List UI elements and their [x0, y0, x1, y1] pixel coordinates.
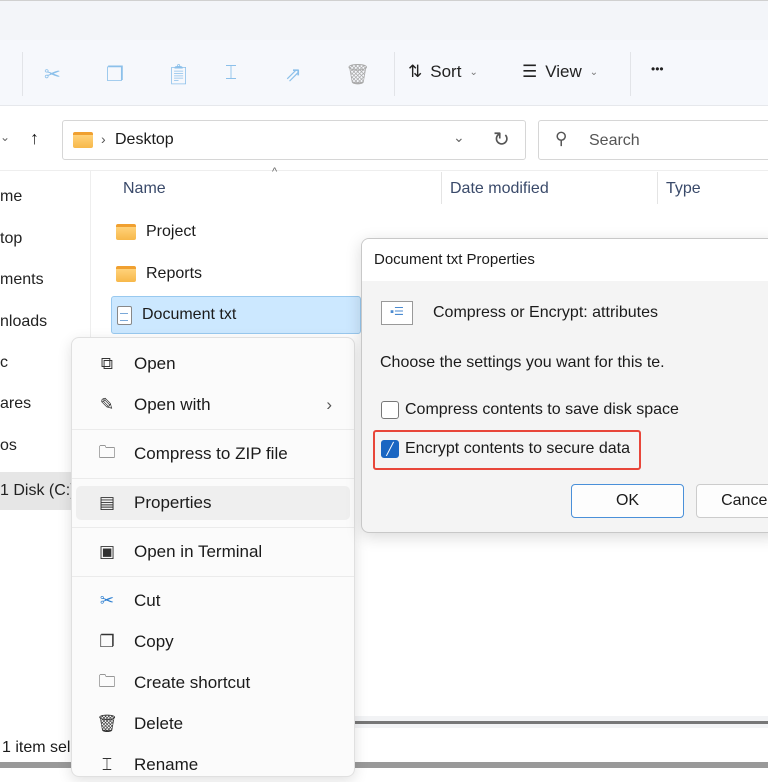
refresh-icon[interactable]: ↻	[493, 127, 510, 152]
sort-button[interactable]: ⇅ Sort ⌄	[408, 62, 478, 82]
sidebar-item-disk[interactable]: 1 Disk (C:)	[0, 482, 76, 500]
toolbar: ✂ ❐ 📋︎ ⌶ ⇗ 🗑︎ ⇅ Sort ⌄ ☰ View ⌄ •••	[0, 40, 768, 106]
zip-folder-icon: 🗀︎	[98, 442, 116, 462]
sidebar-item-documents[interactable]: ments	[0, 271, 44, 289]
cut-icon: ✂	[99, 591, 115, 610]
sort-ascending-icon: ^	[272, 166, 278, 178]
title-bar	[0, 0, 768, 40]
menu-item-open[interactable]: ⧉ Open	[76, 347, 350, 381]
properties-icon: ▤	[98, 493, 116, 512]
folder-icon	[116, 224, 136, 240]
column-type[interactable]: Type	[666, 180, 701, 198]
terminal-icon: ▣	[98, 542, 116, 561]
shortcut-icon: 🗀︎	[98, 671, 116, 691]
dialog-prompt: Choose the settings you want for this te…	[380, 354, 665, 371]
chevron-down-icon: ⌄	[589, 66, 599, 78]
menu-item-delete[interactable]: 🗑︎ Delete	[76, 707, 350, 741]
sort-icon: ⇅	[408, 62, 423, 81]
checkbox-unchecked[interactable]	[381, 401, 399, 419]
sidebar-item-downloads[interactable]: nloads	[0, 313, 47, 331]
rename-icon[interactable]: ⌶	[225, 62, 237, 85]
sidebar-item-videos[interactable]: os	[0, 437, 17, 455]
encrypt-checkbox[interactable]: ╱ Encrypt contents to secure data	[381, 440, 630, 458]
more-button[interactable]: •••	[651, 62, 664, 76]
compress-checkbox[interactable]: Compress contents to save disk space	[381, 401, 679, 419]
text-file-icon	[117, 305, 132, 325]
properties-dialog: Document txt Properties ▪☰ Compress or E…	[361, 238, 768, 533]
cancel-button[interactable]: Cancel	[696, 484, 768, 518]
open-with-icon: ✎	[99, 395, 115, 414]
view-icon: ☰	[522, 62, 538, 81]
sidebar-item-pictures[interactable]: ares	[0, 395, 31, 413]
menu-item-copy[interactable]: ❐ Copy	[76, 625, 350, 659]
address-dropdown-icon[interactable]: ⌄	[453, 129, 465, 146]
share-icon[interactable]: ⇗	[285, 62, 302, 87]
open-icon: ⧉	[100, 354, 114, 373]
rename-icon: ⌶	[101, 755, 113, 774]
context-menu: ⧉ Open ✎ Open with › 🗀︎ Compress to ZIP file…	[71, 337, 355, 777]
column-date-modified[interactable]: Date modified	[450, 180, 549, 198]
menu-item-rename[interactable]: ⌶ Rename	[76, 748, 350, 782]
address-bar[interactable]: › Desktop ⌄ ↻	[62, 120, 526, 160]
dialog-title: Document txt Properties	[362, 239, 768, 281]
sidebar-item-desktop[interactable]: top	[0, 230, 22, 248]
attributes-icon: ▪☰	[381, 301, 413, 325]
folder-icon	[73, 132, 93, 148]
menu-item-properties[interactable]: ▤ Properties	[76, 486, 350, 520]
horizontal-scrollbar[interactable]	[340, 716, 768, 728]
recent-chevron-icon[interactable]: ⌄	[0, 130, 10, 144]
menu-item-cut[interactable]: ✂ Cut	[76, 584, 350, 618]
menu-item-compress-zip[interactable]: 🗀︎ Compress to ZIP file	[76, 437, 350, 471]
paste-icon[interactable]: 📋︎	[166, 62, 191, 87]
sidebar-item-home[interactable]: me	[0, 188, 22, 206]
up-arrow-icon[interactable]: ↑	[30, 128, 39, 149]
breadcrumb-chevron-icon: ›	[101, 131, 106, 147]
search-input[interactable]: ⚲ Search	[538, 120, 768, 160]
cut-icon[interactable]: ✂	[44, 62, 61, 87]
menu-item-open-terminal[interactable]: ▣ Open in Terminal	[76, 535, 350, 569]
delete-icon[interactable]: 🗑︎	[345, 62, 370, 87]
folder-icon	[116, 266, 136, 282]
file-row-selected[interactable]: Document txt	[111, 296, 361, 334]
checkbox-checked-icon[interactable]: ╱	[381, 440, 399, 458]
dialog-heading: Compress or Encrypt: attributes	[433, 304, 658, 321]
ok-button[interactable]: OK	[571, 484, 684, 518]
sidebar-item-music[interactable]: c	[0, 354, 8, 372]
file-row[interactable]: Project	[111, 213, 361, 251]
view-button[interactable]: ☰ View ⌄	[522, 62, 598, 82]
search-icon: ⚲	[555, 129, 568, 148]
chevron-down-icon: ⌄	[469, 66, 478, 78]
column-name[interactable]: Name	[123, 180, 166, 198]
chevron-right-icon: ›	[326, 395, 332, 414]
copy-icon: ❐	[99, 632, 115, 651]
breadcrumb-desktop[interactable]: Desktop	[115, 131, 174, 149]
delete-icon: 🗑︎	[96, 714, 118, 733]
copy-icon[interactable]: ❐	[106, 62, 124, 87]
status-text: 1 item sel	[2, 739, 71, 756]
menu-item-open-with[interactable]: ✎ Open with ›	[76, 388, 350, 422]
menu-item-create-shortcut[interactable]: 🗀︎ Create shortcut	[76, 666, 350, 700]
file-row[interactable]: Reports	[111, 255, 361, 293]
